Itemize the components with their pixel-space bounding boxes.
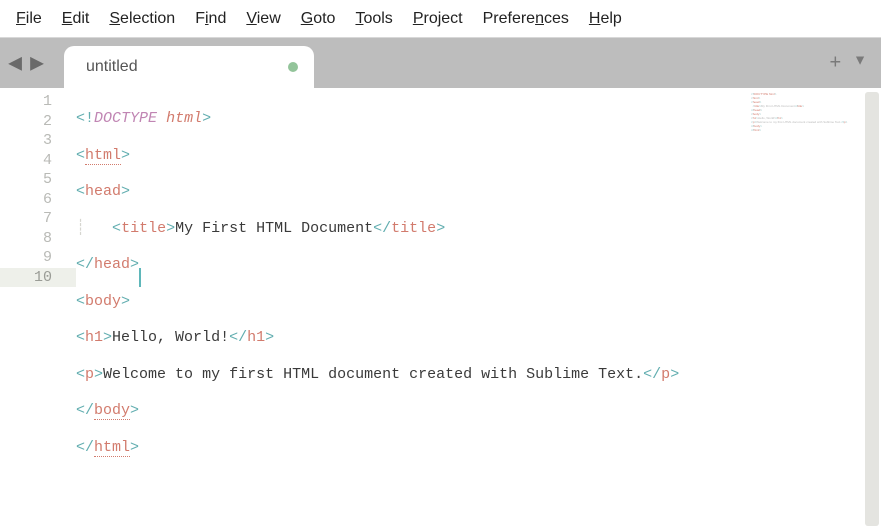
code-line: <head> xyxy=(76,182,881,202)
line-number[interactable]: 2 xyxy=(0,112,76,132)
menu-view[interactable]: View xyxy=(236,4,290,34)
editor-area: 1 2 3 4 5 6 7 8 9 10 <!DOCTYPE html> <ht… xyxy=(0,88,881,530)
history-arrows: ◀ ▶ xyxy=(8,53,44,74)
line-number[interactable]: 1 xyxy=(0,92,76,112)
code-line: </head> xyxy=(76,255,881,275)
menu-help[interactable]: Help xyxy=(579,4,632,34)
line-number[interactable]: 8 xyxy=(0,229,76,249)
menu-bar: File Edit Selection Find View Goto Tools… xyxy=(0,0,881,38)
menu-find[interactable]: Find xyxy=(185,4,236,34)
line-number[interactable]: 9 xyxy=(0,248,76,268)
scrollbar-thumb[interactable] xyxy=(865,92,879,526)
menu-goto[interactable]: Goto xyxy=(291,4,346,34)
line-number[interactable]: 6 xyxy=(0,190,76,210)
tab-bar: ◀ ▶ untitled + ▼ xyxy=(0,38,881,88)
menu-preferences[interactable]: Preferences xyxy=(473,4,579,34)
vertical-scrollbar[interactable] xyxy=(865,92,879,526)
code-line: </body> xyxy=(76,401,881,421)
tab-title: untitled xyxy=(86,58,138,76)
code-line: <p>Welcome to my first HTML document cre… xyxy=(76,365,881,385)
text-cursor xyxy=(139,268,141,287)
tab-dropdown-icon[interactable]: ▼ xyxy=(853,52,867,75)
code-line: <body> xyxy=(76,292,881,312)
code-line: <h1>Hello, World!</h1> xyxy=(76,328,881,348)
dirty-indicator-icon xyxy=(288,62,298,72)
tabbar-right-icons: + ▼ xyxy=(829,52,867,75)
line-number[interactable]: 5 xyxy=(0,170,76,190)
new-tab-icon[interactable]: + xyxy=(829,52,841,75)
minimap[interactable]: <!DOCTYPE html> <html> <head> <title>My … xyxy=(751,92,861,160)
menu-edit[interactable]: Edit xyxy=(52,4,100,34)
menu-project[interactable]: Project xyxy=(403,4,473,34)
line-number[interactable]: 10 xyxy=(0,268,76,288)
menu-selection[interactable]: Selection xyxy=(99,4,185,34)
line-number[interactable]: 3 xyxy=(0,131,76,151)
menu-file[interactable]: File xyxy=(6,4,52,34)
back-arrow-icon[interactable]: ◀ xyxy=(8,53,22,74)
code-line: ┊ <title>My First HTML Document</title> xyxy=(76,219,881,239)
file-tab[interactable]: untitled xyxy=(64,46,314,88)
code-line: </html> xyxy=(76,438,881,458)
line-number[interactable]: 4 xyxy=(0,151,76,171)
menu-tools[interactable]: Tools xyxy=(345,4,402,34)
line-number[interactable]: 7 xyxy=(0,209,76,229)
line-number-gutter: 1 2 3 4 5 6 7 8 9 10 xyxy=(0,88,76,530)
forward-arrow-icon[interactable]: ▶ xyxy=(30,53,44,74)
